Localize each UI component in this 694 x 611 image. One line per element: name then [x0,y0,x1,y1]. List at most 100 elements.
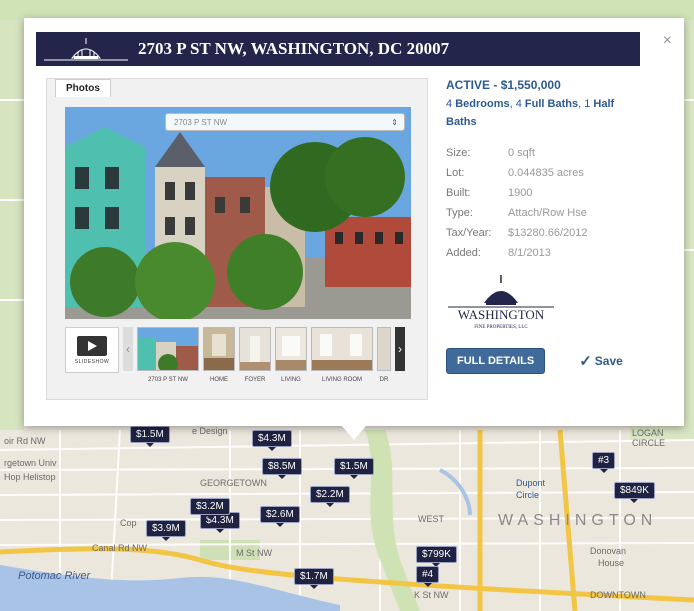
map-label-m-st: M St NW [236,548,272,558]
map-label-donovan-house: House [598,558,625,568]
full-baths-count: 4 [515,98,522,110]
map-label-logan-circle: CIRCLE [632,438,666,448]
thumbnail-label: 2703 P ST NW [148,377,188,383]
select-arrows-icon: ⇕ [391,118,398,127]
property-address-title: 2703 P ST NW, WASHINGTON, DC 20007 [138,39,450,58]
thumbnail[interactable]: 2703 P ST NW [137,327,199,383]
fact-row: Added: 8/1/2013 [446,243,666,263]
bedrooms-count: 4 [446,98,453,110]
map-label-reservoir: oir Rd NW [4,436,46,446]
price-marker[interactable]: $2.2M [310,486,350,507]
map-label-dupont: Dupont [516,478,546,488]
photo-select-dropdown[interactable]: 2703 P ST NW ⇕ [165,113,405,131]
fact-row: Size: 0 sqft [446,143,666,163]
save-button[interactable]: ✓ Save [579,352,623,370]
thumbnail-label: LIVING ROOM [321,377,362,383]
washington-fine-properties-logo: WASHINGTON FINE PROPERTIES, LLC [448,275,554,330]
facts-table: Size: 0 sqft Lot: 0.044835 acres Built: 190… [446,143,666,263]
full-details-button[interactable]: FULL DETAILS [446,348,546,374]
logo-text-sub: FINE PROPERTIES, LLC [474,325,528,330]
close-icon[interactable]: × [663,32,672,50]
price-marker[interactable]: #3 [592,452,616,473]
price-marker[interactable]: $1.5M [130,426,170,447]
thumb-next-arrow[interactable]: › [395,327,405,371]
map-label-georgetown: GEORGETOWN [200,478,267,488]
price-marker[interactable]: $3.2M [190,498,230,519]
price-marker[interactable]: $3.9M [146,520,186,541]
tab-photos[interactable]: Photos [55,79,111,97]
fact-label: Built: [446,187,471,199]
map-label-donovan: Donovan [590,546,627,556]
map-label-k-st: K St NW [414,590,449,600]
fact-row: Tax/Year: $13280.66/2012 [446,223,666,243]
status-price-line: ACTIVE - $1,550,000 [446,78,666,92]
thumbnail-label: FOYER [244,377,266,383]
fact-value: 1900 [508,187,533,199]
price-marker[interactable]: $2.6M [260,506,300,527]
property-details: ACTIVE - $1,550,000 4 Bedrooms, 4 Full B… [446,78,666,374]
thumbnail[interactable]: HOME [203,327,235,383]
thumbnail[interactable]: DR [377,327,391,383]
map-label-canal: Canal Rd NW [92,543,148,553]
check-icon: ✓ [579,353,592,370]
fact-label: Tax/Year: [446,227,492,239]
fact-label: Type: [446,207,473,219]
fact-row: Built: 1900 [446,183,666,203]
photos-panel: Photos 2703 P ST NW ⇕ SLIDESHOW ‹ 2703 P… [46,78,428,400]
status-separator: - [490,78,501,92]
fact-value: 0 sqft [508,147,535,159]
map-label-downtown: DOWNTOWN [590,590,646,600]
price-marker[interactable]: $849K [614,482,655,503]
map-label-cop: Cop [120,518,137,528]
price-marker[interactable]: $8.5M [262,458,302,479]
fact-row: Type: Attach/Row Hse [446,203,666,223]
thumbnail[interactable]: FOYER [239,327,271,383]
price-marker[interactable]: $1.5M [334,458,374,479]
logo-text-main: WASHINGTON [458,307,545,322]
photo-select-value: 2703 P ST NW [174,118,228,127]
half-baths-label-cont: Baths [446,116,477,128]
house-photo [65,107,411,319]
main-photo[interactable]: 2703 P ST NW ⇕ [65,107,411,319]
save-label: Save [594,354,623,368]
bedrooms-label: Bedrooms [455,98,510,110]
map-label-circle: Circle [516,490,540,500]
map-label-washington: WASHINGTON [498,512,658,529]
map-label-univ: rgetown Univ [4,458,57,468]
map-label-potomac: Potomac River [18,570,91,582]
price-marker[interactable]: $1.7M [294,568,334,589]
thumbnail-image [311,327,373,371]
fact-value: $13280.66/2012 [508,227,588,239]
fact-value: Attach/Row Hse [508,207,587,219]
thumbnail-label: HOME [210,377,228,383]
fact-label: Lot: [446,167,465,179]
thumb-prev-arrow[interactable]: ‹ [123,327,133,371]
property-popup: × 2703 P ST NW, WASHINGTON, DC 20007 Pho… [24,18,684,440]
thumbnail[interactable]: LIVING [275,327,307,383]
thumbnail-image [377,327,391,371]
map-label-logan: LOGAN [632,428,664,438]
price-marker[interactable]: $4.3M [252,430,292,451]
thumbnail-strip: SLIDESHOW ‹ 2703 P ST NW HOME FOYER LIVI… [65,327,411,383]
capitol-dome-icon [44,38,128,61]
action-row: FULL DETAILS ✓ Save [446,348,666,374]
map-label-west: WEST [418,514,444,524]
half-baths-label: Half [593,98,615,110]
map-label-helistop: Hop Helistop [4,472,56,482]
fact-label: Size: [446,147,471,159]
thumbnail-image [137,327,199,371]
full-baths-label: Full Baths [524,98,579,110]
fact-label: Added: [446,247,481,259]
beds-baths-line: 4 Bedrooms, 4 Full Baths, 1 Half Baths [446,98,615,128]
thumbnail-label: LIVING [281,377,301,383]
thumbnail-image [203,327,235,371]
fact-value: 8/1/2013 [508,247,551,259]
thumbnail-image [239,327,271,371]
price-marker[interactable]: #4 [416,566,440,587]
slideshow-button[interactable]: SLIDESHOW [65,327,119,373]
thumbnail[interactable]: LIVING ROOM [311,327,373,383]
fact-row: Lot: 0.044835 acres [446,163,666,183]
price-marker[interactable]: $799K [416,546,457,567]
fact-value: 0.044835 acres [508,167,584,179]
status-badge: ACTIVE [446,78,491,92]
